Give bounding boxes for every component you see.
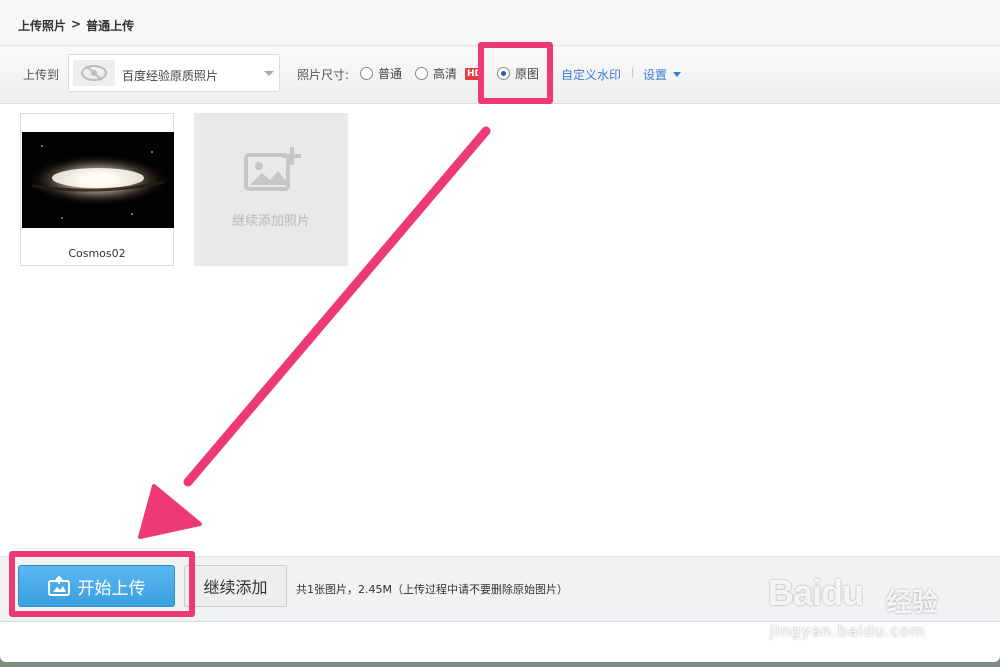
start-upload-button[interactable]: 开始上传 — [18, 565, 175, 607]
upload-dialog: 上传照片 > 普通上传 上传到 百度经验原质照片 照片尺寸: 普通 高清 HD … — [0, 0, 1000, 662]
upload-album-icon — [47, 576, 70, 596]
watermark-url: jingyan.baidu.com — [770, 622, 926, 640]
size-radio-hd[interactable]: 高清 HD — [415, 65, 485, 82]
settings-menu[interactable]: 设置 — [643, 66, 682, 83]
album-name: 百度经验原质照片 — [122, 69, 219, 83]
caret-down-icon — [673, 72, 682, 77]
start-upload-label: 开始上传 — [77, 578, 146, 598]
add-more-photos-label: 继续添加照片 — [231, 214, 310, 229]
photo-item[interactable]: Cosmos02 — [20, 113, 174, 266]
album-cover — [73, 60, 115, 86]
breadcrumb: 上传照片 > 普通上传 — [18, 17, 134, 34]
photo-thumbnail — [22, 132, 174, 228]
watermark-logo: Baidu — [768, 572, 864, 613]
add-image-icon — [244, 147, 301, 191]
radio-normal-dot[interactable] — [360, 67, 373, 80]
size-option-label: 高清 — [433, 67, 458, 81]
title-bar: 上传照片 > 普通上传 — [0, 0, 1000, 46]
settings-label: 设置 — [643, 68, 668, 82]
galaxy-image — [22, 132, 174, 228]
chevron-down-icon — [264, 71, 274, 76]
continue-add-label: 继续添加 — [203, 580, 268, 597]
continue-add-button[interactable]: 继续添加 — [184, 565, 287, 607]
size-radio-normal[interactable]: 普通 — [360, 65, 402, 82]
breadcrumb-item-upload-photos[interactable]: 上传照片 — [18, 17, 66, 34]
upload-to-label: 上传到 — [23, 68, 60, 82]
eye-slash-icon — [81, 65, 107, 81]
photo-size-label: 照片尺寸: — [297, 68, 350, 82]
breadcrumb-item-normal-upload: 普通上传 — [86, 19, 135, 33]
toolbar-divider: | — [631, 67, 635, 78]
upload-toolbar: 上传到 百度经验原质照片 照片尺寸: 普通 高清 HD 原图 自定义水印 | 设… — [0, 46, 1000, 104]
size-radio-original[interactable]: 原图 — [497, 65, 539, 82]
album-select[interactable]: 百度经验原质照片 — [68, 54, 280, 92]
watermark-cn-text: 经验 — [886, 588, 939, 618]
baidu-jingyan-watermark: Baidu 经验 jingyan.baidu.com — [768, 572, 968, 652]
photo-name: Cosmos02 — [68, 247, 126, 260]
size-option-label: 原图 — [515, 67, 540, 81]
add-more-photos-tile[interactable]: 继续添加照片 — [194, 113, 348, 266]
custom-watermark-link[interactable]: 自定义水印 — [561, 66, 621, 83]
radio-original-dot[interactable] — [497, 67, 510, 80]
breadcrumb-separator: > — [71, 17, 82, 31]
hd-badge: HD — [465, 67, 485, 80]
radio-hd-dot[interactable] — [415, 67, 428, 80]
upload-summary: 共1张图片，2.45M（上传过程中请不要删除原始图片） — [296, 583, 568, 596]
size-option-label: 普通 — [378, 67, 403, 81]
